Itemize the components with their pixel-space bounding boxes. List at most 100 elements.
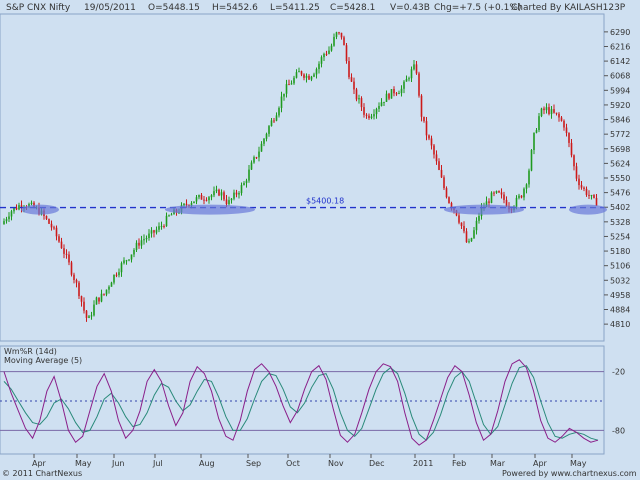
x-tick-label: Jun [111, 459, 125, 468]
candle-body [565, 127, 568, 133]
price-tick-label: 5328 [610, 218, 630, 227]
candle-body [415, 64, 418, 74]
candle-body [308, 75, 310, 80]
candle-body [553, 109, 555, 113]
candle-body [230, 198, 233, 201]
candle-body [550, 109, 553, 115]
candle-body [350, 77, 353, 82]
header-bar: S&P CNX Nifty 19/05/2011 O=5448.15 H=545… [6, 3, 626, 13]
candle-body [158, 226, 160, 230]
candle-body [403, 81, 405, 89]
candle-body [590, 194, 593, 196]
candle-body [568, 132, 570, 143]
candle-body [400, 88, 403, 94]
candle-body [338, 32, 340, 34]
candle-body [263, 138, 265, 144]
candle-body [138, 242, 140, 246]
header-low: L=5411.25 [270, 3, 320, 13]
candle-body [420, 95, 423, 117]
candle-body [280, 96, 283, 108]
candle-body [305, 75, 308, 78]
chart-background [0, 0, 640, 480]
candle-body [48, 218, 50, 224]
candle-body [385, 93, 388, 102]
candle-body [560, 117, 563, 121]
candle-body [168, 215, 170, 217]
candle-body [373, 114, 375, 117]
candle-body [533, 132, 535, 151]
candle-body [365, 114, 368, 116]
candle-body [258, 151, 260, 158]
header-change: Chg=+7.5 (+0.1%) [434, 3, 521, 13]
candle-body [340, 32, 343, 38]
candle-body [200, 194, 203, 200]
candle-body [523, 188, 525, 198]
x-tick-label: Feb [452, 459, 466, 468]
candle-body [460, 222, 463, 226]
candle-body [213, 191, 215, 196]
candle-body [333, 36, 335, 46]
support-highlight-zone [165, 204, 255, 215]
candle-body [53, 227, 55, 229]
candle-body [233, 192, 235, 199]
candle-body [515, 197, 518, 207]
candle-body [5, 219, 8, 222]
price-tick-label: 5698 [610, 145, 630, 154]
candle-body [473, 230, 475, 239]
candle-body [143, 239, 145, 241]
candle-body [430, 138, 433, 146]
candle-body [413, 64, 415, 70]
candle-body [270, 120, 273, 127]
candle-body [358, 98, 360, 100]
candle-body [145, 238, 148, 240]
price-tick-label: 6216 [610, 42, 630, 51]
price-tick-label: 5476 [610, 189, 630, 198]
candle-body [265, 133, 268, 139]
header-high: H=5452.6 [212, 3, 258, 13]
support-highlight-zone [21, 204, 59, 215]
candle-body [50, 223, 53, 228]
x-tick-label: Apr [533, 459, 548, 468]
candle-body [73, 274, 75, 280]
candle-body [275, 115, 278, 121]
price-tick-label: 5106 [610, 262, 630, 271]
candle-body [303, 74, 305, 78]
candle-body [268, 126, 270, 134]
candle-body [208, 197, 210, 201]
x-tick-label: Dec [369, 459, 384, 468]
candle-body [58, 236, 60, 242]
candle-body [120, 263, 123, 273]
candle-body [570, 142, 573, 156]
candle-body [405, 78, 408, 82]
candle-body [205, 199, 208, 201]
candle-body [283, 93, 285, 97]
candle-body [203, 199, 205, 201]
candle-body [290, 83, 293, 85]
candle-body [248, 169, 250, 181]
candle-body [3, 221, 5, 225]
candle-body [288, 84, 290, 86]
x-tick-label: May [75, 459, 92, 468]
price-tick-label: 5994 [610, 86, 630, 95]
support-label: $5400.18 [306, 197, 344, 206]
candle-body [548, 107, 550, 115]
indicator-tick-label: -80 [612, 426, 625, 435]
candle-body [555, 112, 558, 114]
candle-body [505, 199, 508, 207]
candle-body [295, 72, 298, 78]
candle-body [500, 192, 503, 195]
candle-body [108, 286, 110, 290]
candle-body [493, 192, 495, 194]
candle-body [535, 130, 538, 133]
candle-body [210, 195, 213, 198]
candle-body [88, 316, 90, 318]
candle-body [260, 143, 263, 152]
x-tick-label: Sep [246, 459, 261, 468]
candle-body [313, 74, 315, 77]
candle-body [383, 101, 385, 103]
candle-body [195, 197, 198, 202]
candle-body [10, 211, 13, 217]
candle-body [293, 77, 295, 84]
candle-body [440, 169, 443, 178]
candle-body [130, 254, 133, 260]
